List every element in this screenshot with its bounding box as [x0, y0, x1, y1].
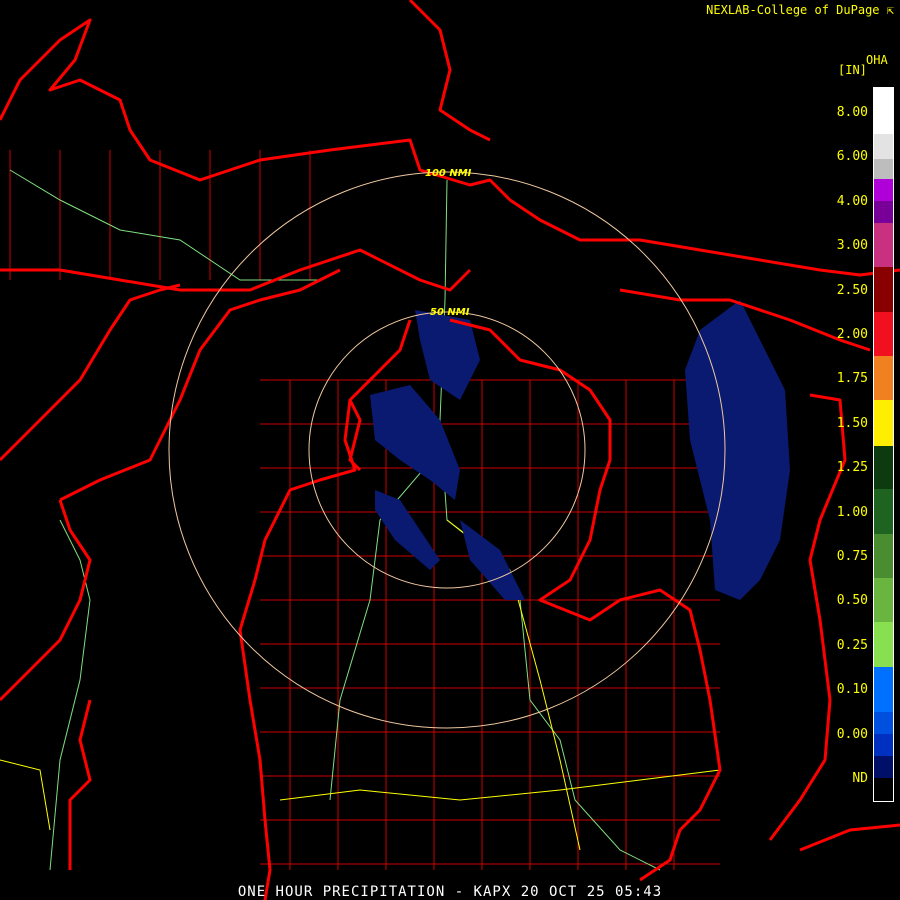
radar-map-view: 50 NMI 100 NMI NEXLAB-College of DuPage … — [0, 0, 900, 900]
legend-swatch — [874, 734, 893, 756]
legend-label: 1.25 — [836, 460, 868, 476]
road — [446, 519, 581, 851]
legend-label: 1.00 — [836, 504, 868, 520]
coastline — [59, 268, 341, 502]
legend-label: 0.75 — [836, 549, 868, 564]
legend-label: 0.25 — [836, 637, 868, 653]
legend-swatch — [874, 712, 893, 734]
legend-swatch — [874, 578, 893, 622]
legend-unit: [IN] — [838, 63, 867, 77]
road — [439, 179, 661, 871]
legend-label: 8.00 — [836, 105, 868, 120]
legend-swatch — [874, 134, 893, 159]
legend-label: 1.50 — [836, 415, 868, 431]
external-link-icon: ⇱ — [886, 3, 894, 17]
coastline — [408, 0, 491, 142]
legend-label: 0.00 — [836, 726, 868, 742]
legend-swatch — [874, 223, 893, 267]
legend-swatch — [874, 667, 893, 712]
legend-label: ND — [852, 771, 868, 786]
legend-swatch — [874, 356, 893, 400]
legend-label: 0.10 — [836, 682, 868, 698]
legend-swatch — [874, 756, 893, 778]
legend-swatch — [874, 400, 893, 446]
color-legend — [873, 87, 894, 802]
credit-link[interactable]: NEXLAB-College of DuPage ⇱ — [706, 3, 894, 17]
legend-swatch — [874, 489, 893, 534]
legend-label: 3.00 — [836, 238, 868, 254]
precip-echo — [415, 310, 480, 400]
coastline — [0, 18, 900, 277]
road — [279, 769, 721, 801]
coastline — [799, 823, 900, 852]
legend-label: 4.00 — [836, 193, 868, 209]
range-ring-label-50: 50 NMI — [430, 307, 470, 318]
precip-echo — [460, 520, 525, 600]
legend-swatch — [874, 778, 893, 801]
road — [9, 169, 320, 281]
legend-swatch — [874, 312, 893, 356]
legend-label: 1.75 — [836, 371, 868, 387]
coastline — [348, 399, 362, 472]
legend-swatch — [874, 534, 893, 578]
legend-swatch — [874, 267, 893, 312]
legend-label: 2.00 — [836, 327, 868, 342]
coastline — [0, 499, 92, 702]
legend-swatch — [874, 159, 893, 179]
coastline — [0, 283, 181, 462]
precip-echoes — [370, 300, 790, 600]
product-title: ONE HOUR PRECIPITATION - KAPX 20 OCT 25 … — [237, 884, 663, 900]
precip-echo — [685, 300, 790, 600]
legend-swatch — [874, 88, 893, 134]
legend-label: 0.50 — [836, 593, 868, 609]
coastline — [68, 699, 92, 870]
legend-label: 6.00 — [836, 149, 868, 165]
legend-swatch — [874, 201, 893, 223]
legend-swatch — [874, 179, 893, 201]
road-lines — [0, 169, 721, 871]
credit-text: NEXLAB-College of DuPage — [706, 3, 880, 17]
precip-echo — [370, 385, 460, 500]
product-code: OHA — [866, 53, 888, 67]
county-lines — [9, 150, 720, 870]
range-ring-label-100: 100 NMI — [425, 168, 472, 179]
map-canvas: 50 NMI 100 NMI — [0, 0, 900, 900]
legend-swatch — [874, 622, 893, 667]
precip-echo — [375, 490, 440, 570]
road — [0, 759, 51, 831]
legend-swatch — [874, 446, 893, 489]
legend-label: 2.50 — [836, 282, 868, 298]
